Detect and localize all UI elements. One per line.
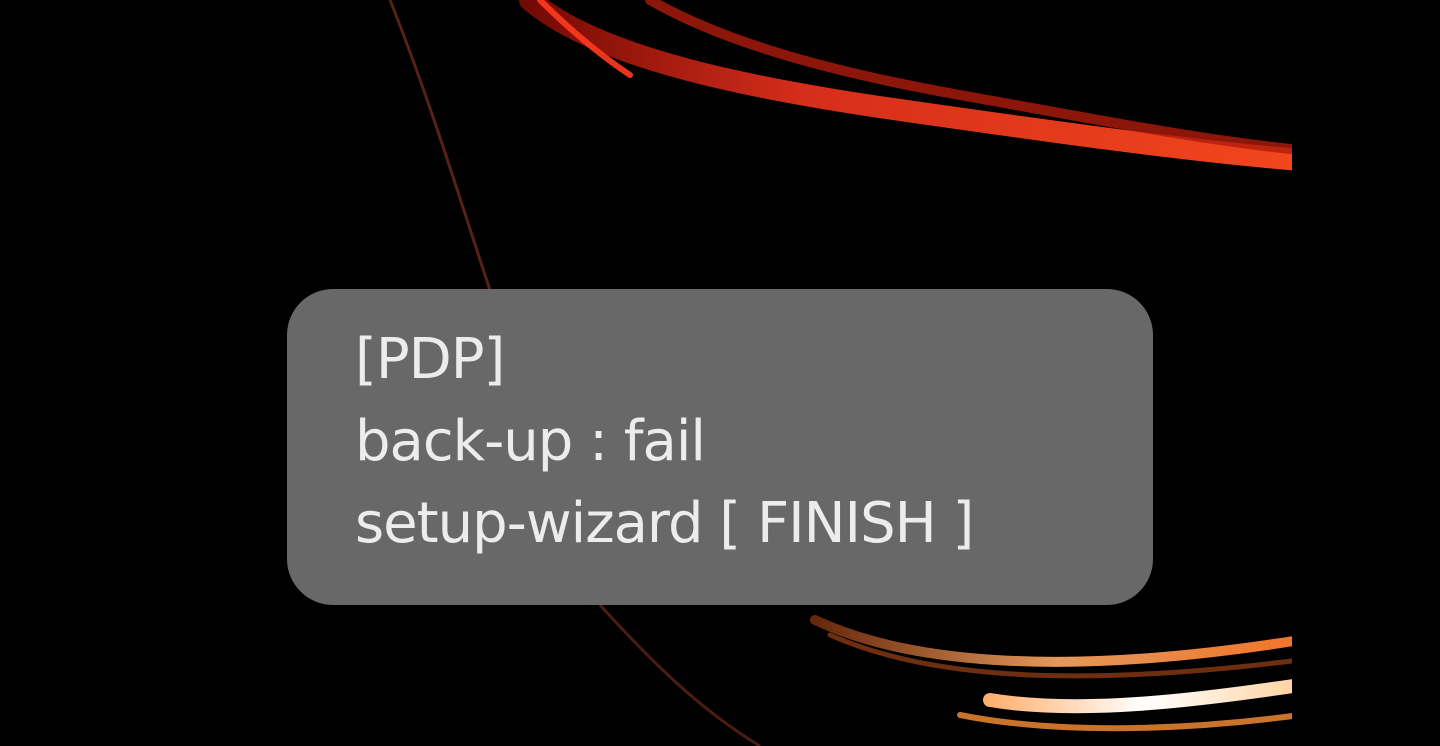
toast-backup-status: back-up : fail <box>355 409 706 474</box>
toast-message: [PDP] back-up : fail setup-wizard [ FINI… <box>287 289 1153 605</box>
toast-setup-wizard-status: setup-wizard [ FINISH ] <box>355 491 974 556</box>
home-screen: [PDP] back-up : fail setup-wizard [ FINI… <box>0 0 1440 746</box>
screen-edge-bar <box>1292 0 1440 746</box>
toast-title: [PDP] <box>355 327 505 392</box>
